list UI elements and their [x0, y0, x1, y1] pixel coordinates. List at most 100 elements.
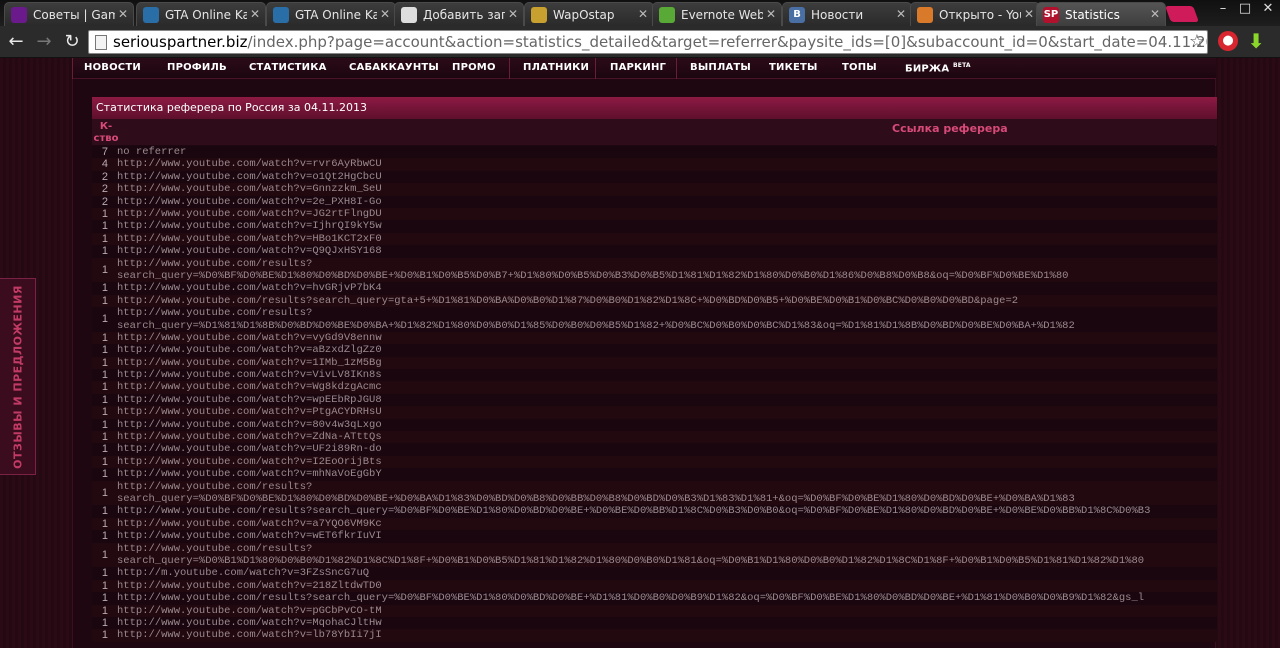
bookmark-star-icon[interactable]: ☆	[1189, 31, 1205, 52]
wapostap-icon	[531, 7, 547, 23]
nav-item[interactable]: ТИКЕТЫ	[769, 62, 818, 73]
nav-item[interactable]: ПЛАТНИКИ	[523, 62, 589, 73]
row-referrer-link[interactable]: http://www.youtube.com/watch?v=wpEEbRpJG…	[117, 394, 1217, 406]
referrer-url: http://www.youtube.com/watch?v=PtgACYDRH…	[117, 406, 382, 419]
browser-tab[interactable]: GTA Online Ka ✕	[266, 2, 396, 26]
forward-icon[interactable]: →	[32, 31, 56, 53]
browser-tab[interactable]: GTA Online Ka ✕	[136, 2, 266, 26]
column-url-header[interactable]: Ссылка реферера	[892, 122, 1008, 135]
table-row: 1 http://www.youtube.com/watch?v=VivLV8IK…	[92, 369, 1217, 382]
adblock-icon[interactable]: ●	[1218, 31, 1238, 51]
row-referrer-link[interactable]: http://www.youtube.com/watch?v=218ZltdwT…	[117, 580, 1217, 592]
back-icon[interactable]: ←	[4, 31, 28, 53]
row-referrer-link[interactable]: http://www.youtube.com/watch?v=MqohaCJlt…	[117, 617, 1217, 629]
row-referrer-link[interactable]: http://www.youtube.com/watch?v=2e_PXH8I-…	[117, 196, 1217, 208]
reload-icon[interactable]: ↻	[60, 31, 84, 53]
row-referrer-link[interactable]: http://www.youtube.com/watch?v=HBo1KCT2x…	[117, 233, 1217, 245]
row-referrer-link[interactable]: http://www.youtube.com/watch?v=UF2i89Rn-…	[117, 443, 1217, 455]
tab-close-icon[interactable]: ✕	[1024, 7, 1034, 21]
nav-item[interactable]: СТАТИСТИКА	[249, 62, 327, 73]
close-window-button[interactable]: ✕	[1256, 0, 1280, 20]
row-referrer-link[interactable]: http://www.youtube.com/watch?v=rvr6AyRbw…	[117, 158, 1217, 170]
tab-close-icon[interactable]: ✕	[118, 7, 128, 21]
nav-divider	[676, 58, 677, 79]
beta-badge: BETA	[953, 62, 971, 69]
row-referrer-link[interactable]: http://www.youtube.com/watch?v=1IMb_1zM5…	[117, 357, 1217, 369]
table-row: 1 http://www.youtube.com/watch?v=pGCbPvCO…	[92, 604, 1217, 617]
address-bar[interactable]: seriouspartner.biz/index.php?page=accoun…	[88, 30, 1208, 54]
column-count-header[interactable]: К-ство	[92, 121, 120, 145]
browser-tab[interactable]: WapOstap ✕	[524, 2, 654, 26]
nav-item[interactable]: САБАККАУНТЫ	[349, 62, 439, 73]
row-referrer-link[interactable]: http://www.youtube.com/results?search_qu…	[117, 592, 1217, 604]
browser-tab[interactable]: Добавить запи✕	[394, 2, 524, 26]
browser-tab[interactable]: Evernote Web ✕	[652, 2, 782, 26]
nav-item[interactable]: БИРЖА BETA	[905, 62, 971, 74]
row-referrer-link[interactable]: http://www.youtube.com/results?search_qu…	[117, 295, 1217, 307]
row-referrer-link[interactable]: http://www.youtube.com/watch?v=Wg8kdzgAc…	[117, 381, 1217, 393]
row-referrer-link[interactable]: http://www.youtube.com/results?search_qu…	[117, 307, 1217, 332]
nav-item[interactable]: ПРОФИЛЬ	[167, 62, 227, 73]
row-referrer-link[interactable]: http://www.youtube.com/watch?v=a7YQO6VM9…	[117, 518, 1217, 530]
row-referrer-link[interactable]: http://www.youtube.com/watch?v=aBzxdZlgZ…	[117, 344, 1217, 356]
browser-tab-title: Добавить запи	[423, 8, 505, 22]
download-arrow-icon[interactable]: ⬇	[1246, 31, 1266, 51]
row-referrer-link[interactable]: http://www.youtube.com/watch?v=o1Qt2HgCb…	[117, 171, 1217, 183]
referrer-url: http://www.youtube.com/watch?v=I2EoOrijB…	[117, 455, 382, 468]
referrer-url: http://www.youtube.com/watch?v=pGCbPvCO-…	[117, 604, 382, 617]
row-referrer-link[interactable]: http://www.youtube.com/watch?v=vyGd9V8en…	[117, 332, 1217, 344]
row-referrer-link[interactable]: http://www.youtube.com/watch?v=IjhrQI9kY…	[117, 220, 1217, 232]
row-referrer-link[interactable]: no referrer	[117, 146, 1217, 158]
row-referrer-link[interactable]: http://www.youtube.com/results?search_qu…	[117, 481, 1217, 506]
nav-item-label: ТОПЫ	[842, 62, 877, 73]
row-referrer-link[interactable]: http://www.youtube.com/watch?v=Gnnzzkm_S…	[117, 183, 1217, 195]
row-referrer-link[interactable]: http://www.youtube.com/results?search_qu…	[117, 505, 1217, 517]
row-referrer-link[interactable]: http://www.youtube.com/watch?v=hvGRjvP7b…	[117, 282, 1217, 294]
tab-close-icon[interactable]: ✕	[1150, 7, 1160, 21]
nav-item[interactable]: ПРОМО	[452, 62, 496, 73]
nav-item[interactable]: ВЫПЛАТЫ	[690, 62, 751, 73]
row-count: 1	[101, 245, 108, 258]
minimize-button[interactable]: –	[1212, 0, 1234, 20]
row-referrer-link[interactable]: http://www.youtube.com/watch?v=Q9QJxHSY1…	[117, 245, 1217, 257]
row-referrer-link[interactable]: http://m.youtube.com/watch?v=3FZsSncG7uQ	[117, 567, 1217, 579]
new-tab-button[interactable]	[1165, 6, 1199, 22]
row-referrer-link[interactable]: http://www.youtube.com/watch?v=I2EoOrijB…	[117, 456, 1217, 468]
nav-item[interactable]: НОВОСТИ	[84, 62, 141, 73]
browser-tab[interactable]: Советы | Game✕	[4, 2, 134, 26]
referrer-url: http://www.youtube.com/watch?v=vyGd9V8en…	[117, 331, 382, 344]
row-referrer-link[interactable]: http://www.youtube.com/watch?v=lb78YbIi7…	[117, 629, 1217, 641]
browser-tab[interactable]: B Новости ✕	[782, 2, 912, 26]
row-referrer-link[interactable]: http://www.youtube.com/watch?v=JG2rtFlng…	[117, 208, 1217, 220]
browser-tab[interactable]: Открыто - You ✕	[910, 2, 1040, 26]
row-referrer-link[interactable]: http://www.youtube.com/watch?v=VivLV8IKn…	[117, 369, 1217, 381]
row-count: 1	[101, 313, 108, 326]
row-referrer-link[interactable]: http://www.youtube.com/watch?v=80v4w3qLx…	[117, 419, 1217, 431]
tab-close-icon[interactable]: ✕	[638, 7, 648, 21]
row-referrer-link[interactable]: http://www.youtube.com/watch?v=PtgACYDRH…	[117, 406, 1217, 418]
browser-tab[interactable]: SP Statistics ✕	[1036, 2, 1166, 26]
table-row: 1 http://www.youtube.com/results?search_q…	[92, 480, 1217, 506]
tab-close-icon[interactable]: ✕	[250, 7, 260, 21]
feedback-side-tab-label: ОТЗЫВЫ И ПРЕДЛОЖЕНИЯ	[11, 285, 25, 469]
game-icon	[11, 7, 27, 23]
referrer-url-continued: search_query=%D1%81%D1%8B%D0%BD%D0%BE%D0…	[117, 319, 1075, 332]
row-referrer-link[interactable]: http://www.youtube.com/results?search_qu…	[117, 543, 1217, 568]
tab-close-icon[interactable]: ✕	[896, 7, 906, 21]
row-referrer-link[interactable]: http://www.youtube.com/watch?v=pGCbPvCO-…	[117, 605, 1217, 617]
row-referrer-link[interactable]: http://www.youtube.com/watch?v=ZdNa-ATtt…	[117, 431, 1217, 443]
feedback-side-tab[interactable]: ОТЗЫВЫ И ПРЕДЛОЖЕНИЯ	[0, 278, 36, 475]
maximize-button[interactable]: □	[1234, 0, 1256, 20]
nav-item-label: СТАТИСТИКА	[249, 62, 327, 73]
nav-item[interactable]: ТОПЫ	[842, 62, 877, 73]
row-referrer-link[interactable]: http://www.youtube.com/results?search_qu…	[117, 258, 1217, 283]
row-referrer-link[interactable]: http://www.youtube.com/watch?v=wET6fkrIu…	[117, 530, 1217, 542]
nav-item[interactable]: ПАРКИНГ	[610, 62, 666, 73]
referrer-url: http://www.youtube.com/watch?v=1IMb_1zM5…	[117, 356, 382, 369]
tab-close-icon[interactable]: ✕	[766, 7, 776, 21]
row-count: 1	[101, 486, 108, 499]
tab-close-icon[interactable]: ✕	[508, 7, 518, 21]
referrer-url: http://www.youtube.com/watch?v=ZdNa-ATtt…	[117, 431, 382, 444]
tab-close-icon[interactable]: ✕	[380, 7, 390, 21]
row-referrer-link[interactable]: http://www.youtube.com/watch?v=mhNaVoEgG…	[117, 468, 1217, 480]
